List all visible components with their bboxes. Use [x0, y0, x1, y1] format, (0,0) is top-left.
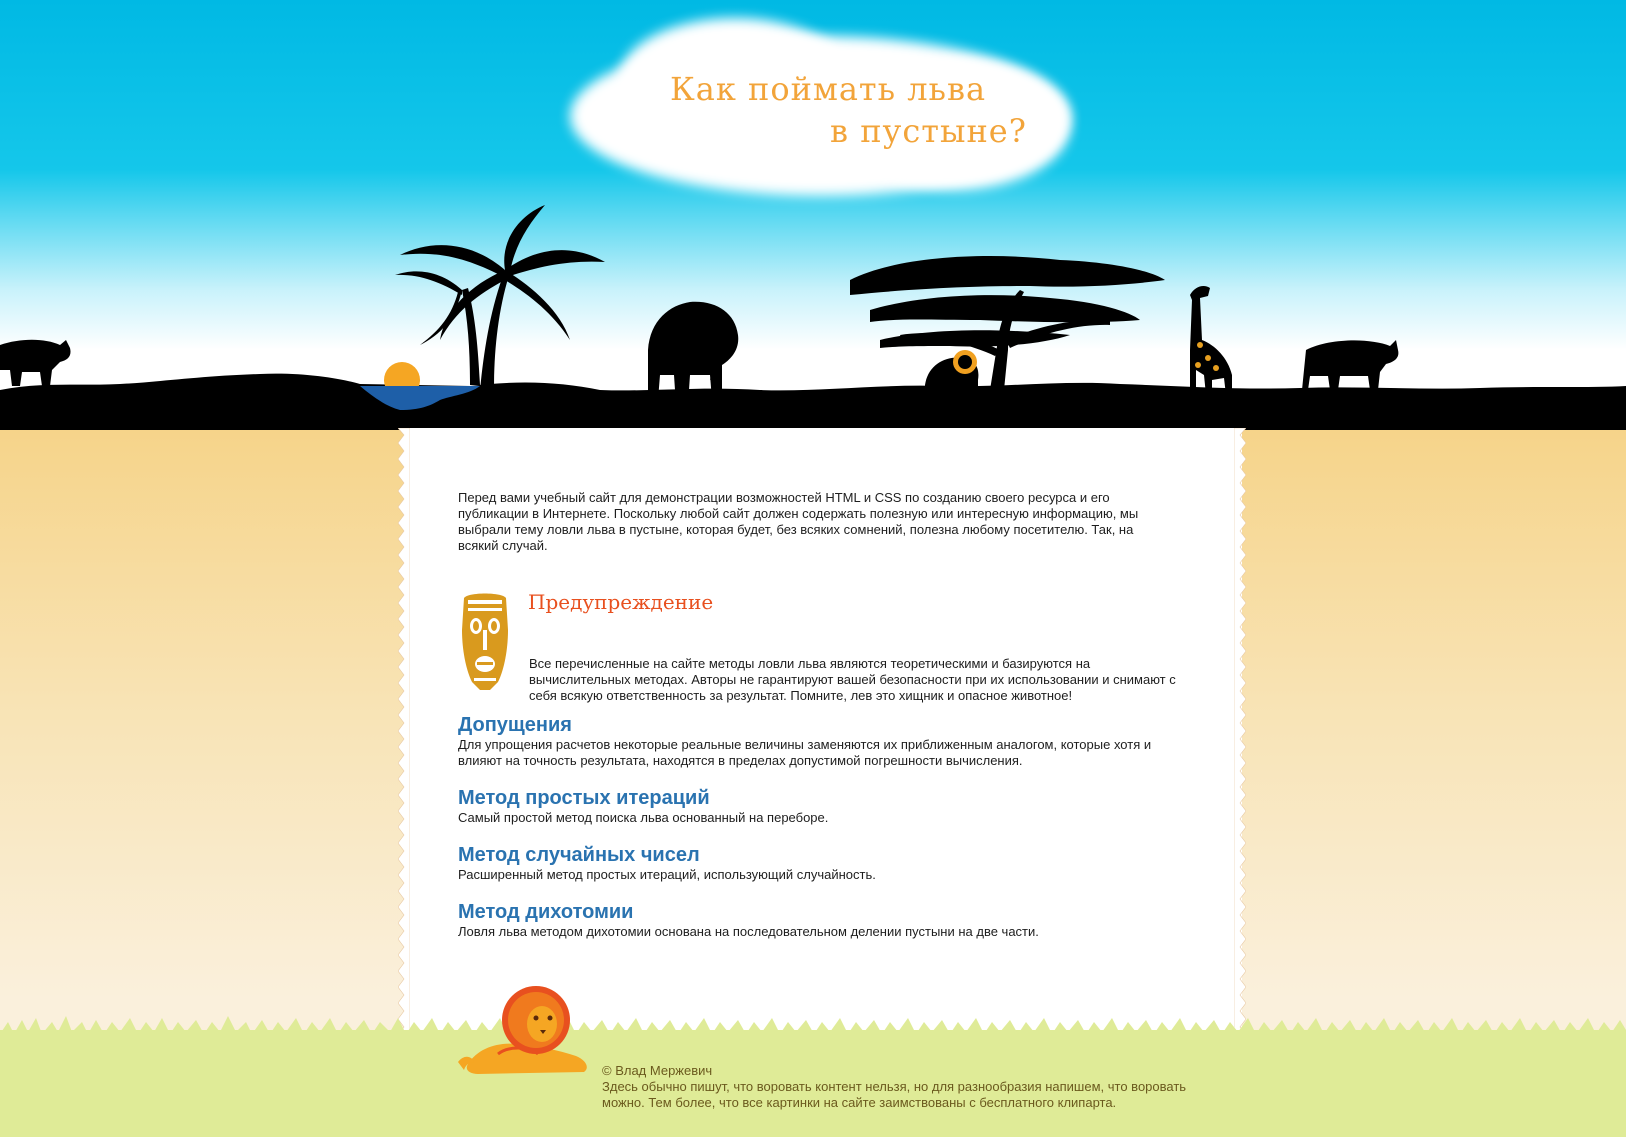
- savanna-silhouette: [0, 205, 1626, 430]
- warning-title: Предупреждение: [528, 590, 714, 614]
- section-heading: Метод простых итераций: [458, 787, 710, 809]
- ground-silhouette: [0, 373, 1626, 430]
- section-simple-iterations: Метод простых итераций Самый простой мет…: [458, 786, 1188, 826]
- section-text: Расширенный метод простых итераций, испо…: [458, 867, 876, 882]
- section-text: Ловля льва методом дихотомии основана на…: [458, 924, 1039, 939]
- section-dichotomy: Метод дихотомии Ловля льва методом дихот…: [458, 900, 1188, 940]
- footer: © Влад Мержевич Здесь обычно пишут, что …: [602, 1063, 1222, 1111]
- section-random-numbers: Метод случайных чисел Расширенный метод …: [458, 843, 1188, 883]
- giraffe-icon: [1190, 286, 1232, 395]
- palm-tree-icon: [395, 205, 605, 390]
- section-text: Самый простой метод поиска льва основанн…: [458, 810, 829, 825]
- grass-blades: [0, 1016, 1626, 1046]
- section-heading: Допущения: [458, 714, 572, 736]
- rhino-icon: [0, 339, 71, 386]
- lion-icon: [458, 986, 587, 1074]
- section-heading: Метод дихотомии: [458, 901, 634, 923]
- african-mask-icon: [462, 593, 508, 690]
- section-heading: Метод случайных чисел: [458, 844, 700, 866]
- lion-icon: [925, 350, 979, 390]
- footer-note: Здесь обычно пишут, что воровать контент…: [602, 1079, 1187, 1110]
- warning-text: Все перечисленные на сайте методы ловли …: [529, 656, 1176, 703]
- intro-text: Перед вами учебный сайт для демонстрации…: [458, 490, 1139, 553]
- site-title-line1: Как поймать льва: [670, 70, 987, 108]
- footer-copyright: © Влад Мержевич: [602, 1063, 713, 1078]
- header-banner: Как поймать льва в пустыне?: [0, 0, 1626, 430]
- zigzag-border-right: [1234, 428, 1246, 1043]
- zigzag-border-left: [398, 428, 410, 1043]
- section-assumptions: Допущения Для упрощения расчетов некотор…: [458, 713, 1188, 769]
- acacia-tree-icon: [850, 256, 1165, 390]
- section-text: Для упрощения расчетов некоторые реальны…: [458, 737, 1152, 768]
- site-title[interactable]: Как поймать льва в пустыне?: [670, 68, 1030, 152]
- site-title-line2: в пустыне?: [830, 112, 1027, 150]
- rhino-icon: [1302, 340, 1399, 390]
